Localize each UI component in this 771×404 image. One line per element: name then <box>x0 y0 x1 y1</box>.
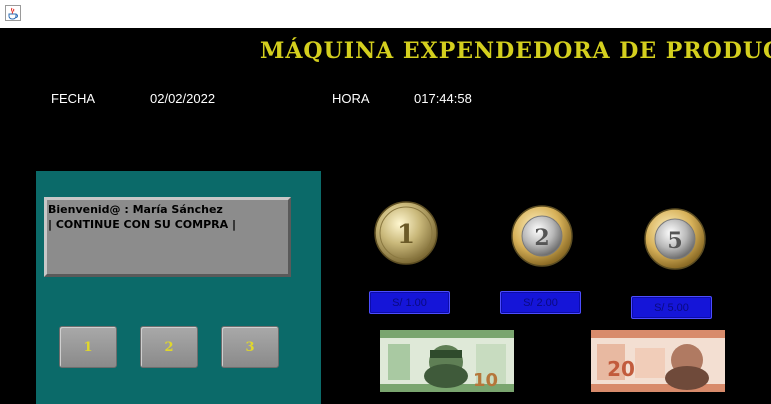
control-panel: Bienvenid@ : María Sánchez | CONTINUE CO… <box>36 171 321 404</box>
coin-1-numeral: 1 <box>397 220 415 250</box>
insert-5-soles-button[interactable]: S/ 5.00 <box>631 296 712 319</box>
welcome-message: Bienvenid@ : María Sánchez <box>48 203 223 216</box>
key-2-button[interactable]: 2 <box>140 326 198 368</box>
status-message: | CONTINUE CON SU COMPRA | <box>48 218 236 231</box>
bill-10-numeral: 10 <box>473 370 498 391</box>
bill-10-soles-button[interactable]: 10 <box>380 330 514 392</box>
coin-5-soles-icon: 5 <box>644 208 706 270</box>
coin-1-sol-icon: 1 <box>374 201 438 265</box>
window-titlebar <box>0 0 771 28</box>
insert-2-soles-button[interactable]: S/ 2.00 <box>500 291 581 314</box>
message-display: Bienvenid@ : María Sánchez | CONTINUE CO… <box>44 197 291 277</box>
bill-20-soles-button[interactable]: 20 <box>591 330 725 392</box>
key-3-button[interactable]: 3 <box>221 326 279 368</box>
key-1-button[interactable]: 1 <box>59 326 117 368</box>
date-value: 02/02/2022 <box>150 91 216 106</box>
coin-2-numeral: 2 <box>534 225 549 251</box>
time-value: 017:44:58 <box>414 91 472 106</box>
machine-window: MÁQUINA EXPENDEDORA DE PRODUCTOS FECHA 0… <box>0 28 771 404</box>
bill-20-numeral: 20 <box>607 357 635 381</box>
coin-5-numeral: 5 <box>667 228 682 254</box>
date-label: FECHA <box>51 91 96 106</box>
banknote-20-icon: 20 <box>591 330 725 392</box>
page-title: MÁQUINA EXPENDEDORA DE PRODUCTOS <box>260 38 771 64</box>
coin-2-soles-icon: 2 <box>511 205 573 267</box>
insert-1-sol-button[interactable]: S/ 1.00 <box>369 291 450 314</box>
java-cup-icon <box>5 5 21 21</box>
banknote-10-icon: 10 <box>380 330 514 392</box>
time-label: HORA <box>332 91 370 106</box>
